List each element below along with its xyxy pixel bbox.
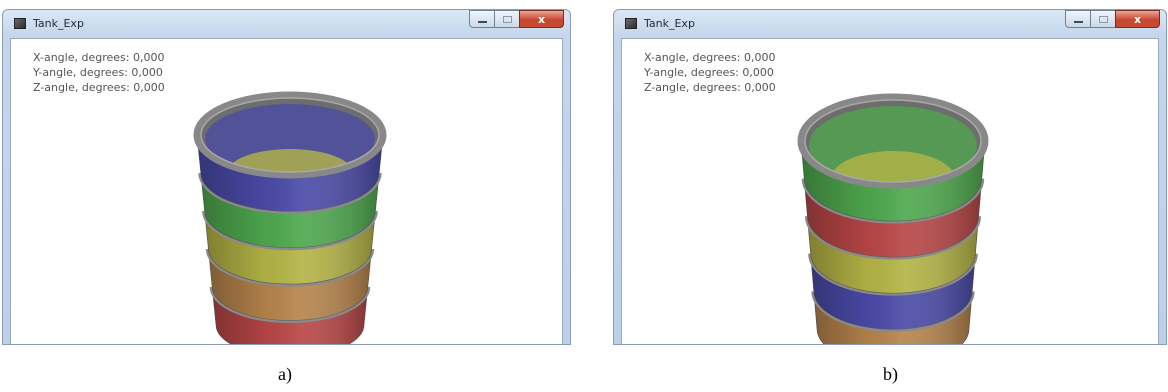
caption-b: b) (883, 364, 898, 384)
maximize-button[interactable] (1090, 10, 1116, 28)
app-icon (14, 18, 26, 29)
window-title: Tank_Exp (33, 17, 84, 30)
maximize-icon (503, 16, 512, 23)
window-title: Tank_Exp (644, 17, 695, 30)
minimize-icon (478, 21, 487, 23)
render-viewport[interactable]: X-angle, degrees: 0,000 Y-angle, degrees… (621, 38, 1159, 344)
minimize-button[interactable] (469, 10, 495, 28)
app-icon (625, 18, 637, 29)
maximize-button[interactable] (494, 10, 520, 28)
close-icon: x (1133, 13, 1142, 26)
window-controls: x (1065, 10, 1160, 29)
close-icon: x (537, 13, 546, 26)
close-button[interactable]: x (1115, 10, 1160, 28)
title-bar[interactable]: Tank_Exp x (614, 10, 1166, 38)
title-bar[interactable]: Tank_Exp x (3, 10, 570, 38)
minimize-button[interactable] (1065, 10, 1091, 28)
close-button[interactable]: x (519, 10, 564, 28)
tank-window-a[interactable]: Tank_Exp x X-angle, degrees: 0,000 Y-ang… (2, 9, 571, 345)
window-controls: x (469, 10, 564, 29)
render-viewport[interactable]: X-angle, degrees: 0,000 Y-angle, degrees… (10, 38, 563, 344)
tank-3d-model (193, 91, 387, 344)
tank-window-b[interactable]: Tank_Exp x X-angle, degrees: 0,000 Y-ang… (613, 9, 1167, 345)
maximize-icon (1099, 16, 1108, 23)
tank-3d-model (797, 93, 989, 344)
minimize-icon (1074, 21, 1083, 23)
caption-a: a) (278, 364, 292, 384)
